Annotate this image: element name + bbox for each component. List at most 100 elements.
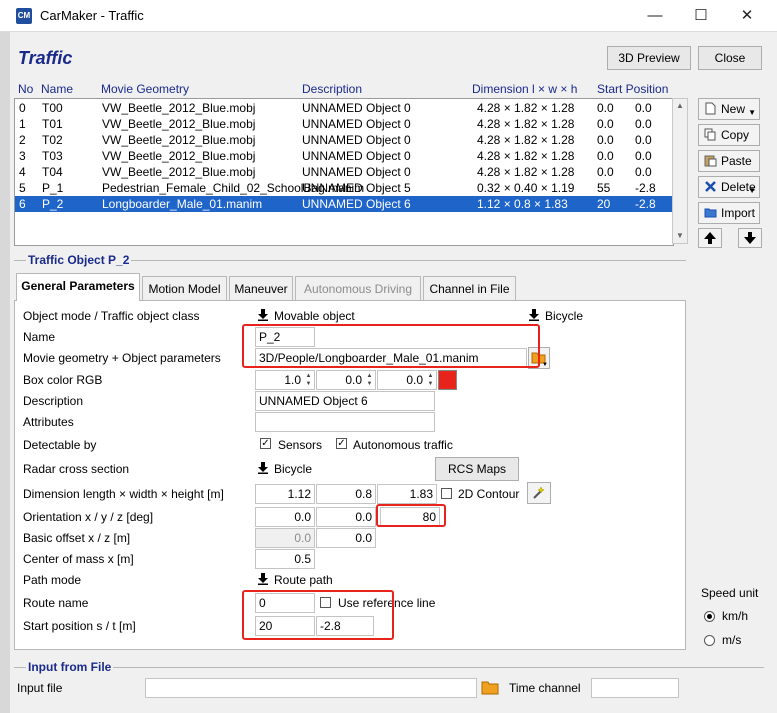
table-cell-s: 55: [597, 181, 611, 195]
table-row[interactable]: 6 P_2 Longboarder_Male_01.manim UNNAMED Obj…: [15, 196, 673, 212]
rcs-maps-button[interactable]: RCS Maps: [435, 457, 519, 481]
input-file-field[interactable]: [145, 678, 477, 698]
movie-geometry-label: Movie geometry + Object parameters: [23, 351, 221, 365]
browse-input-file-folder-icon[interactable]: [481, 680, 499, 695]
minimize-button[interactable]: —: [632, 4, 678, 28]
orientation-x-field[interactable]: 0.0: [255, 507, 315, 527]
highlight-route-start: [242, 590, 394, 640]
table-cell-geom: VW_Beetle_2012_Blue.mobj: [102, 117, 256, 131]
table-cell-dim: 4.28 × 1.82 × 1.28: [477, 117, 575, 131]
table-scrollbar[interactable]: ▲ ▼: [672, 98, 688, 244]
attributes-field[interactable]: [255, 412, 435, 432]
contour-editor-button[interactable]: [527, 482, 551, 504]
import-button-label: Import: [721, 206, 756, 220]
sensors-checkbox[interactable]: ✓: [260, 438, 271, 449]
spinner-icon[interactable]: ▲ ▼: [426, 372, 435, 388]
speed-unit-kmh-radio[interactable]: [704, 611, 715, 622]
scroll-up-icon[interactable]: ▲: [673, 99, 687, 113]
radar-value[interactable]: Bicycle: [274, 462, 312, 476]
color-r-field[interactable]: 1.0 ▲ ▼: [255, 370, 315, 390]
path-mode-value[interactable]: Route path: [274, 573, 333, 587]
traffic-object-group-title: Traffic Object P_2: [26, 253, 132, 267]
new-button-label: New: [721, 102, 746, 116]
dimension-width-field[interactable]: 0.8: [316, 484, 376, 504]
2d-contour-checkbox[interactable]: [441, 488, 452, 499]
sensors-label: Sensors: [278, 438, 323, 452]
table-row[interactable]: 0 T00 VW_Beetle_2012_Blue.mobj UNNAMED Obje…: [15, 100, 673, 116]
tab-channel-in-file[interactable]: Channel in File: [423, 276, 516, 300]
table-row[interactable]: 3 T03 VW_Beetle_2012_Blue.mobj UNNAMED Obje…: [15, 148, 673, 164]
spinner-icon[interactable]: ▲ ▼: [365, 372, 374, 388]
basic-offset-z-field[interactable]: 0.0: [316, 528, 376, 548]
tab-motion-model[interactable]: Motion Model: [142, 276, 227, 300]
tab-general-parameters[interactable]: General Parameters: [16, 273, 140, 301]
spinner-icon[interactable]: ▲ ▼: [304, 372, 313, 388]
background-window-edge: [0, 32, 10, 713]
color-b-value: 0.0: [406, 373, 423, 387]
3d-preview-button[interactable]: 3D Preview: [607, 46, 691, 70]
name-label: Name: [23, 330, 56, 344]
dropdown-arrow-icon: ▼: [748, 186, 756, 195]
import-button[interactable]: Import: [698, 202, 760, 224]
input-file-label: Input file: [17, 681, 63, 695]
column-header-dimension: Dimension l × w × h: [472, 82, 578, 96]
object-class-value[interactable]: Bicycle: [545, 309, 583, 323]
table-cell-dim: 4.28 × 1.82 × 1.28: [477, 149, 575, 163]
traffic-object-table[interactable]: 0 T00 VW_Beetle_2012_Blue.mobj UNNAMED Obje…: [14, 98, 674, 246]
time-channel-field[interactable]: [591, 678, 679, 698]
table-cell-dim: 4.28 × 1.82 × 1.28: [477, 165, 575, 179]
move-down-button[interactable]: [738, 228, 762, 248]
window-title: CarMaker - Traffic: [40, 8, 144, 23]
table-cell-geom: VW_Beetle_2012_Blue.mobj: [102, 133, 256, 147]
autonomous-traffic-checkbox[interactable]: ✓: [336, 438, 347, 449]
table-row[interactable]: 1 T01 VW_Beetle_2012_Blue.mobj UNNAMED Obje…: [15, 116, 673, 132]
table-cell-no: 2: [19, 133, 26, 147]
table-cell-geom: VW_Beetle_2012_Blue.mobj: [102, 165, 256, 179]
delete-button[interactable]: Delete ▼: [698, 176, 760, 198]
window-close-button[interactable]: ✕: [724, 4, 770, 28]
table-cell-t: 0.0: [635, 117, 652, 131]
path-mode-dropdown-icon[interactable]: [257, 573, 269, 585]
new-button[interactable]: New ▼: [698, 98, 760, 120]
table-cell-dim: 4.28 × 1.82 × 1.28: [477, 133, 575, 147]
color-b-field[interactable]: 0.0 ▲ ▼: [377, 370, 437, 390]
table-row[interactable]: 5 P_1 Pedestrian_Female_Child_02_SchoolBag…: [15, 180, 673, 196]
scroll-down-icon[interactable]: ▼: [673, 229, 687, 243]
table-cell-no: 4: [19, 165, 26, 179]
copy-button[interactable]: Copy: [698, 124, 760, 146]
contour-editor-icon: [533, 486, 545, 499]
tab-autonomous-driving: Autonomous Driving: [295, 276, 421, 300]
box-color-swatch[interactable]: [438, 370, 457, 390]
column-header-name: Name: [41, 82, 74, 96]
object-class-dropdown-icon[interactable]: [528, 309, 540, 321]
move-up-button[interactable]: [698, 228, 722, 248]
maximize-button[interactable]: ☐: [678, 4, 724, 28]
dimension-height-field[interactable]: 1.83: [377, 484, 437, 504]
orientation-y-field[interactable]: 0.0: [316, 507, 376, 527]
dropdown-arrow-icon: ▼: [748, 108, 756, 117]
object-mode-dropdown-icon[interactable]: [257, 309, 269, 321]
tab-maneuver[interactable]: Maneuver: [229, 276, 293, 300]
object-mode-label: Object mode / Traffic object class: [23, 309, 200, 323]
table-row[interactable]: 4 T04 VW_Beetle_2012_Blue.mobj UNNAMED Obje…: [15, 164, 673, 180]
description-field[interactable]: UNNAMED Object 6: [255, 391, 435, 411]
radar-dropdown-icon[interactable]: [257, 462, 269, 474]
table-row[interactable]: 2 T02 VW_Beetle_2012_Blue.mobj UNNAMED Obje…: [15, 132, 673, 148]
close-button[interactable]: Close: [698, 46, 762, 70]
center-of-mass-field[interactable]: 0.5: [255, 549, 315, 569]
dimension-length-field[interactable]: 1.12: [255, 484, 315, 504]
color-g-field[interactable]: 0.0 ▲ ▼: [316, 370, 376, 390]
table-cell-desc: UNNAMED Object 0: [302, 101, 411, 115]
object-mode-value[interactable]: Movable object: [274, 309, 355, 323]
paste-button[interactable]: Paste: [698, 150, 760, 172]
table-cell-name: T03: [42, 149, 63, 163]
table-cell-desc: UNNAMED Object 0: [302, 149, 411, 163]
table-cell-s: 0.0: [597, 149, 614, 163]
route-name-label: Route name: [23, 596, 89, 610]
copy-button-label: Copy: [721, 128, 750, 142]
carmaker-app-icon: CM: [16, 8, 32, 24]
paste-icon: [704, 155, 717, 167]
speed-unit-ms-radio[interactable]: [704, 635, 715, 646]
table-cell-dim: 1.12 × 0.8 × 1.83: [477, 197, 568, 211]
table-cell-s: 20: [597, 197, 611, 211]
